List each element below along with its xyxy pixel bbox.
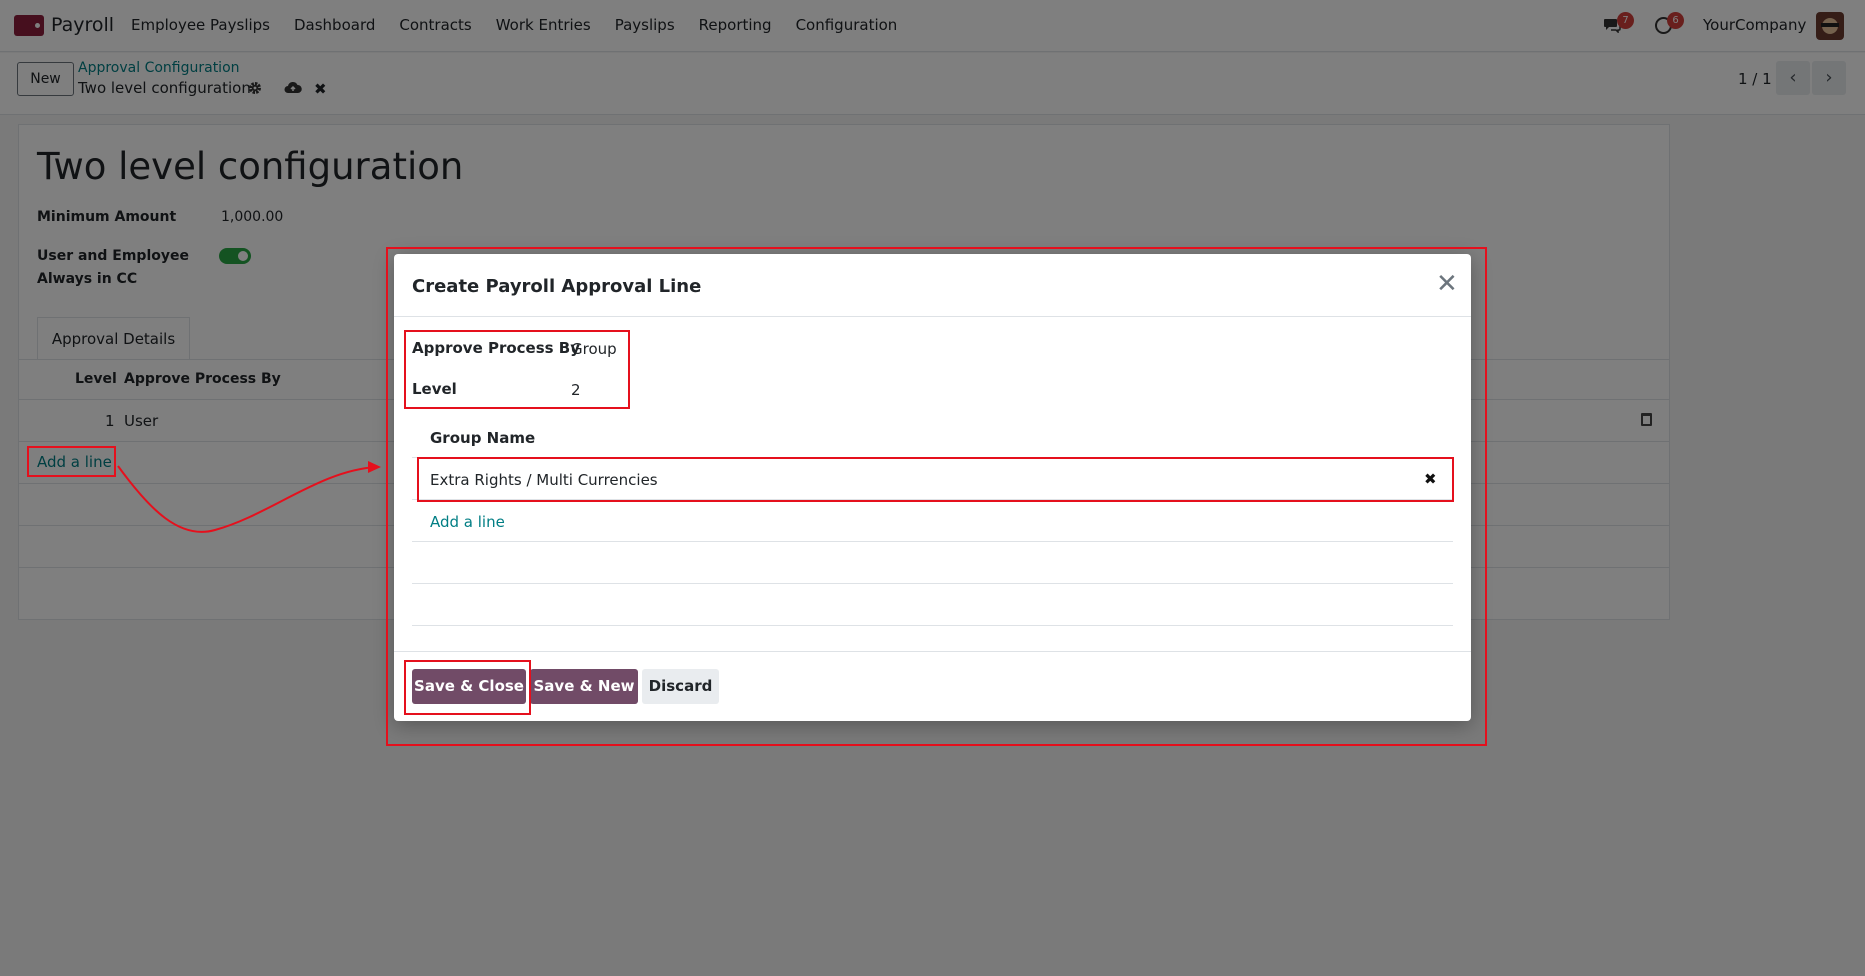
annotation-add-line-box [27,446,116,477]
annotation-group-row-box [417,457,1454,502]
annotation-save-close-box [404,660,531,715]
annotation-fields-box [404,330,630,409]
